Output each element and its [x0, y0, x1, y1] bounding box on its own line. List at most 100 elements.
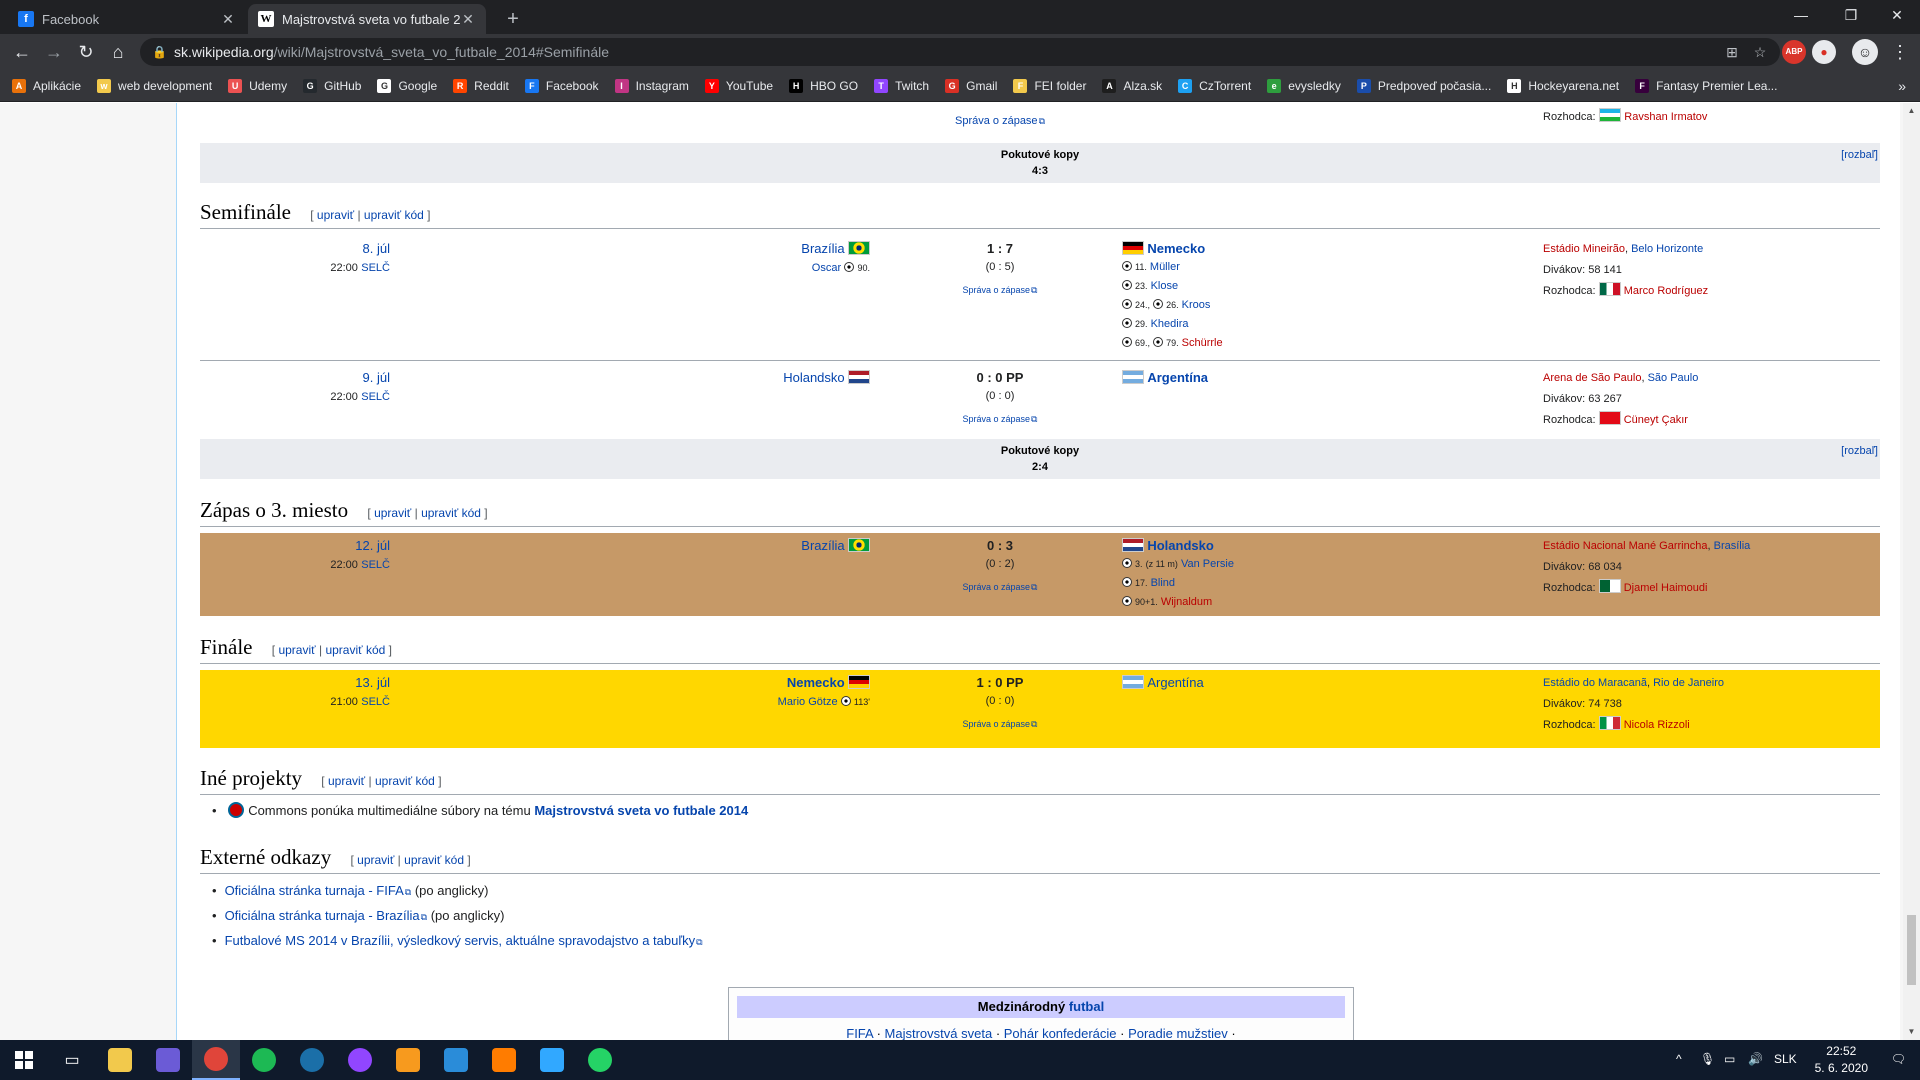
- referee-link[interactable]: Marco Rodríguez: [1624, 285, 1708, 297]
- edit-link[interactable]: upraviť: [278, 643, 315, 657]
- edit-source-link[interactable]: upraviť kód: [375, 774, 435, 788]
- forward-button[interactable]: →: [40, 38, 68, 66]
- edit-link[interactable]: upraviť: [317, 208, 354, 222]
- away-team-link[interactable]: Argentína: [1147, 370, 1208, 385]
- scorer-link[interactable]: Khedira: [1151, 318, 1189, 330]
- close-window-button[interactable]: ✕: [1874, 0, 1920, 30]
- home-button[interactable]: ⌂: [104, 38, 132, 66]
- close-tab-icon[interactable]: ✕: [220, 11, 236, 28]
- bookmark-item[interactable]: U Udemy: [228, 78, 287, 93]
- taskbar-app[interactable]: [192, 1040, 240, 1080]
- edit-source-link[interactable]: upraviť kód: [421, 506, 481, 520]
- home-team-link[interactable]: Brazília: [801, 538, 844, 553]
- taskbar-app[interactable]: [432, 1040, 480, 1080]
- navbox-link[interactable]: Poradie mužstiev: [1128, 1026, 1228, 1040]
- taskbar-app[interactable]: [528, 1040, 576, 1080]
- date-link[interactable]: 12. júl: [355, 538, 390, 553]
- navbox-title-link[interactable]: futbal: [1069, 999, 1104, 1014]
- bookmark-item[interactable]: w web development: [97, 78, 212, 93]
- home-team-link[interactable]: Holandsko: [783, 370, 844, 385]
- referee-link[interactable]: Nicola Rizzoli: [1624, 719, 1690, 731]
- stadium-link[interactable]: Estádio Nacional Mané Garrincha: [1543, 540, 1707, 552]
- bookmark-item[interactable]: H Hockeyarena.net: [1507, 78, 1619, 93]
- date-link[interactable]: 9. júl: [363, 370, 390, 385]
- notifications-icon[interactable]: 🗨: [1891, 1052, 1906, 1066]
- bookmarks-overflow-icon[interactable]: »: [1898, 78, 1906, 94]
- stadium-link[interactable]: Estádio do Maracanã: [1543, 677, 1647, 689]
- microphone-icon[interactable]: 🎙: [1700, 1052, 1715, 1066]
- profile-avatar-icon[interactable]: ☺: [1852, 39, 1878, 65]
- restore-button[interactable]: ❐: [1828, 0, 1874, 30]
- bookmark-star-icon[interactable]: ☆: [1748, 38, 1772, 66]
- referee-link[interactable]: Ravshan Irmatov: [1624, 111, 1707, 123]
- tab-wikipedia[interactable]: W Majstrovstvá sveta vo futbale 2014 ✕: [248, 4, 486, 34]
- bookmark-item[interactable]: F Fantasy Premier Lea...: [1635, 78, 1777, 93]
- bookmark-item[interactable]: F FEI folder: [1013, 78, 1086, 93]
- bookmark-item[interactable]: R Reddit: [453, 78, 509, 93]
- edit-source-link[interactable]: upraviť kód: [364, 208, 424, 222]
- external-link[interactable]: Oficiálna stránka turnaja - FIFA: [225, 883, 412, 898]
- bookmark-item[interactable]: F Facebook: [524, 78, 599, 93]
- taskbar-app[interactable]: [384, 1040, 432, 1080]
- expand-link[interactable]: [rozbaľ]: [1841, 443, 1878, 459]
- match-report-link[interactable]: Správa o zápase: [963, 719, 1038, 729]
- start-button[interactable]: [0, 1040, 48, 1080]
- city-link[interactable]: São Paulo: [1648, 372, 1699, 384]
- bookmark-item[interactable]: A Aplikácie: [12, 78, 81, 93]
- scroll-up-icon[interactable]: ▲: [1903, 103, 1920, 119]
- translate-icon[interactable]: ⊞: [1720, 38, 1744, 66]
- new-tab-button[interactable]: +: [500, 6, 526, 32]
- address-bar[interactable]: 🔒 sk.wikipedia.org/wiki/Majstrovstvá_sve…: [140, 38, 1780, 66]
- match-report-link[interactable]: Správa o zápase: [963, 582, 1038, 592]
- taskbar-app[interactable]: [144, 1040, 192, 1080]
- away-team-link[interactable]: Holandsko: [1147, 538, 1213, 553]
- timezone-link[interactable]: SELČ: [361, 391, 390, 403]
- tray-chevron-icon[interactable]: ^: [1676, 1052, 1682, 1066]
- taskbar-app[interactable]: [336, 1040, 384, 1080]
- home-scorer-link[interactable]: Oscar: [812, 262, 841, 274]
- away-team-link[interactable]: Nemecko: [1147, 241, 1205, 256]
- external-link[interactable]: Futbalové MS 2014 v Brazílii, výsledkový…: [225, 933, 703, 948]
- navbox-link[interactable]: Majstrovstvá sveta: [885, 1026, 993, 1040]
- bookmark-item[interactable]: C CzTorrent: [1178, 78, 1251, 93]
- navbox-link[interactable]: FIFA: [846, 1026, 873, 1040]
- navbox-link[interactable]: Pohár konfederácie: [1004, 1026, 1117, 1040]
- edit-link[interactable]: upraviť: [328, 774, 365, 788]
- back-button[interactable]: ←: [8, 38, 36, 66]
- home-team-link[interactable]: Brazília: [801, 241, 844, 256]
- taskbar-app[interactable]: [480, 1040, 528, 1080]
- bookmark-item[interactable]: G GitHub: [303, 78, 361, 93]
- reload-button[interactable]: ↻: [72, 38, 100, 66]
- volume-icon[interactable]: 🔊: [1748, 1052, 1763, 1066]
- input-language[interactable]: SLK: [1774, 1052, 1797, 1066]
- home-scorer-link[interactable]: Mario Götze: [778, 696, 838, 708]
- stadium-link[interactable]: Estádio Mineirão: [1543, 243, 1625, 255]
- home-team-link[interactable]: Nemecko: [787, 675, 845, 690]
- extension-icon[interactable]: ●: [1812, 40, 1836, 64]
- bookmark-item[interactable]: I Instagram: [614, 78, 689, 93]
- timezone-link[interactable]: SELČ: [361, 262, 390, 274]
- tab-facebook[interactable]: f Facebook ✕: [8, 4, 246, 34]
- scorer-link[interactable]: Wijnaldum: [1161, 596, 1212, 608]
- bookmark-item[interactable]: P Predpoveď počasia...: [1356, 78, 1491, 93]
- adblock-icon[interactable]: ABP: [1782, 40, 1806, 64]
- scrollbar[interactable]: ▲ ▼: [1903, 103, 1920, 1040]
- city-link[interactable]: Brasília: [1714, 540, 1751, 552]
- bookmark-item[interactable]: H HBO GO: [789, 78, 858, 93]
- edit-source-link[interactable]: upraviť kód: [404, 853, 464, 867]
- external-link[interactable]: Oficiálna stránka turnaja - Brazília: [225, 908, 428, 923]
- stadium-link[interactable]: Arena de São Paulo: [1543, 372, 1641, 384]
- commons-link[interactable]: Majstrovstvá sveta vo futbale 2014: [534, 803, 748, 818]
- referee-link[interactable]: Cüneyt Çakır: [1624, 414, 1688, 426]
- bookmark-item[interactable]: G Gmail: [945, 78, 997, 93]
- scorer-link[interactable]: Klose: [1151, 280, 1179, 292]
- taskbar-app[interactable]: [576, 1040, 624, 1080]
- scorer-link[interactable]: Schürrle: [1182, 337, 1223, 349]
- city-link[interactable]: Belo Horizonte: [1631, 243, 1703, 255]
- scorer-link[interactable]: Van Persie: [1181, 558, 1234, 570]
- city-link[interactable]: Rio de Janeiro: [1653, 677, 1724, 689]
- expand-link[interactable]: [rozbaľ]: [1841, 147, 1878, 163]
- task-view-button[interactable]: ▭: [48, 1040, 96, 1080]
- edit-link[interactable]: upraviť: [374, 506, 411, 520]
- network-icon[interactable]: ▭: [1724, 1052, 1735, 1066]
